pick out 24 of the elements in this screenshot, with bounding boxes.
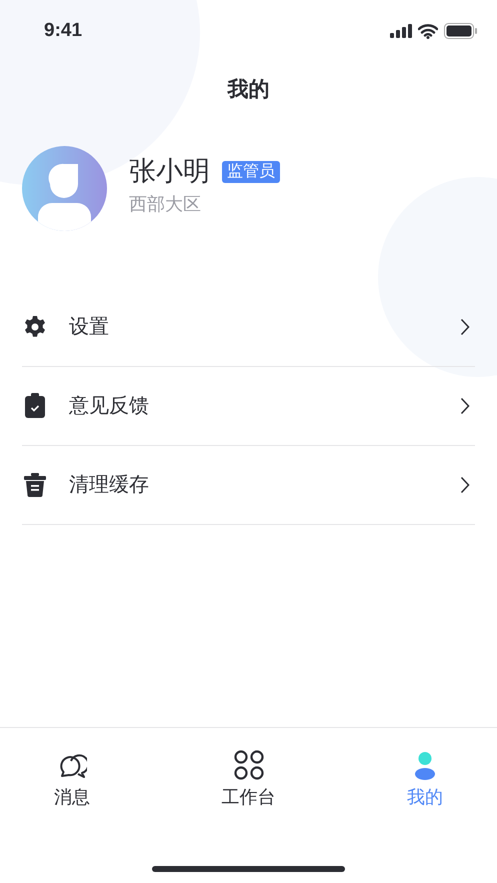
role-badge: 监管员 bbox=[222, 160, 280, 182]
user-name: 张小明 bbox=[129, 158, 210, 185]
menu-item[interactable]: 意见反馈 bbox=[22, 366, 475, 446]
gear-icon bbox=[22, 314, 46, 338]
menu-label: 清理缓存 bbox=[69, 472, 150, 498]
page-title: 我的 bbox=[228, 77, 270, 103]
menu-label: 设置 bbox=[69, 314, 110, 340]
tab[interactable]: 工作台 bbox=[212, 750, 284, 811]
signal-icon bbox=[390, 24, 412, 38]
status-time: 9:41 bbox=[44, 18, 82, 43]
battery-icon bbox=[444, 23, 477, 39]
clipboard-check-icon bbox=[24, 393, 44, 418]
trash-icon bbox=[24, 472, 46, 496]
user-region: 西部大区 bbox=[129, 193, 202, 216]
chevron-right-icon bbox=[460, 396, 470, 414]
menu-label: 意见反馈 bbox=[69, 394, 150, 418]
chevron-right-icon bbox=[460, 318, 470, 336]
person-icon bbox=[414, 752, 436, 780]
tab[interactable]: 消息 bbox=[36, 750, 108, 811]
menu-item[interactable]: 清理缓存 bbox=[22, 446, 475, 524]
chevron-right-icon bbox=[460, 476, 470, 494]
wifi-icon bbox=[418, 24, 438, 38]
menu-item[interactable]: 设置 bbox=[22, 288, 475, 366]
grid-icon bbox=[234, 750, 264, 780]
